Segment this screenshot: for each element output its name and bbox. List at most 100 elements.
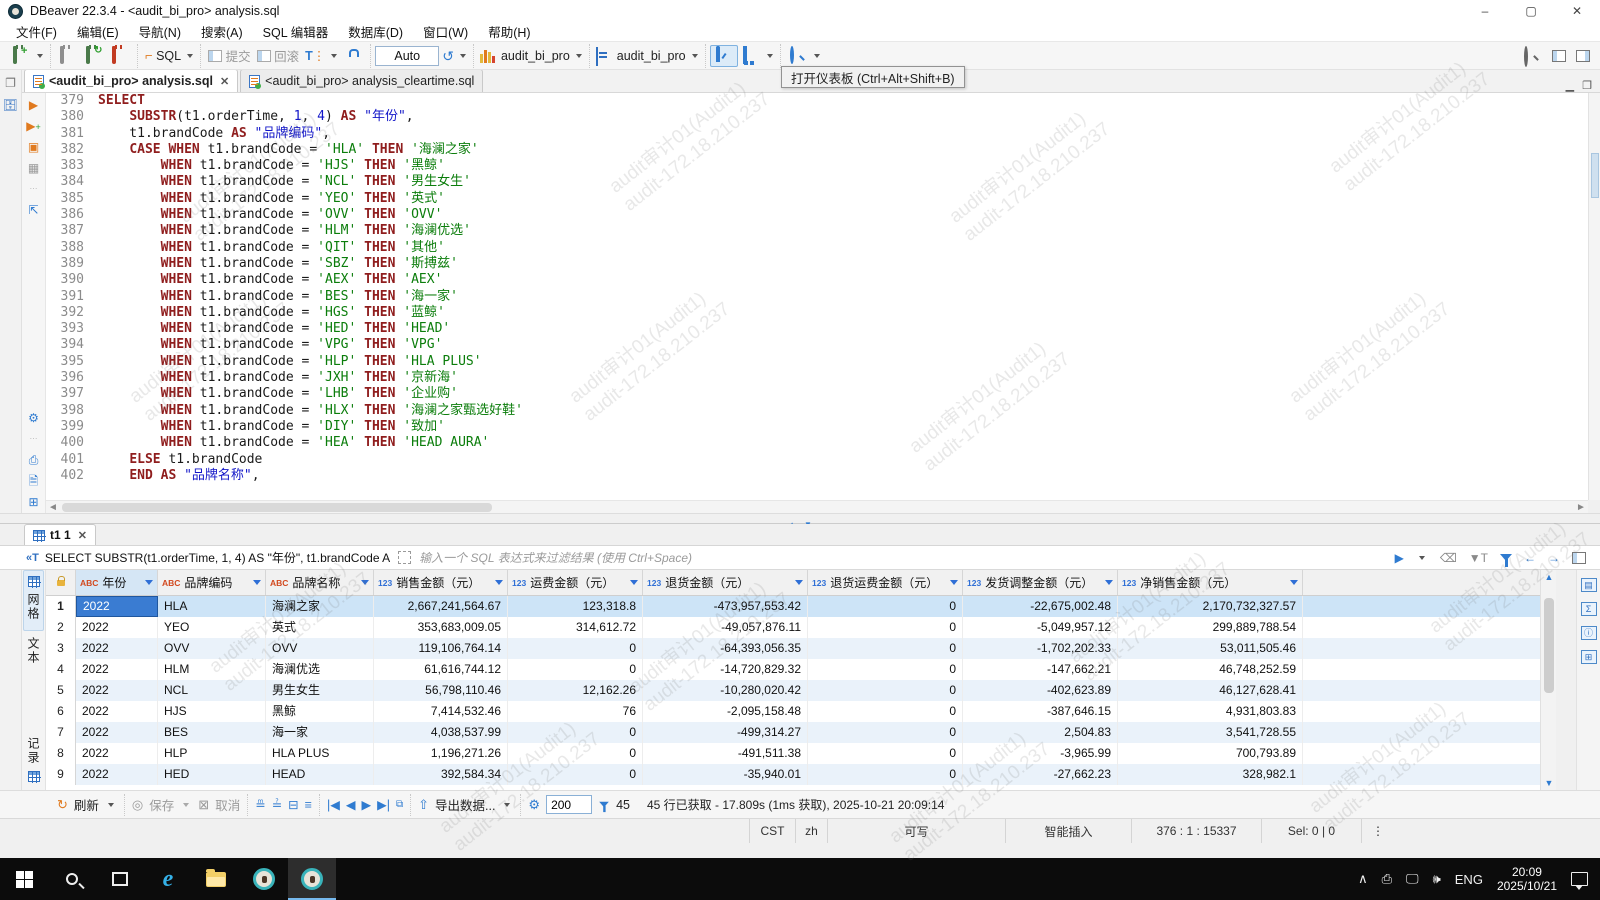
grid-cell[interactable]: HLM	[158, 659, 266, 680]
execute-statement-icon[interactable]: ▶	[24, 96, 44, 114]
tray-chevron-icon[interactable]: ∧	[1358, 871, 1368, 887]
grid-cell[interactable]: -499,314.27	[643, 722, 808, 743]
grid-cell[interactable]: 56,798,110.46	[374, 680, 508, 701]
results-tab[interactable]: t1 1 ✕	[24, 524, 96, 545]
grid-cell[interactable]: 海澜优选	[266, 659, 374, 680]
row-number[interactable]: 4	[46, 659, 76, 680]
save-button[interactable]: 保存	[149, 795, 174, 814]
column-filter-icon[interactable]	[145, 580, 153, 585]
grid-cell[interactable]: 0	[808, 680, 963, 701]
maximize-results-icon[interactable]	[1572, 551, 1586, 564]
quick-search-icon[interactable]	[1524, 45, 1540, 67]
table-row[interactable]: 3 2022 OVV OVV 119,106,764.14 0 -64,393,056.35…	[46, 638, 1540, 659]
scroll-left-icon[interactable]: ◄	[46, 502, 60, 513]
diagram-dropdown[interactable]	[766, 53, 773, 58]
grid-scroll-down-icon[interactable]: ▼	[1541, 778, 1557, 788]
code-line[interactable]: 388 WHEN t1.brandCode = 'QIT' THEN '其他'	[46, 240, 1588, 256]
last-page-icon[interactable]: ▶|	[377, 797, 390, 812]
row-number[interactable]: 1	[46, 596, 76, 617]
grid-cell[interactable]: 119,106,764.14	[374, 638, 508, 659]
code-line[interactable]: 393 WHEN t1.brandCode = 'HED' THEN 'HEAD…	[46, 321, 1588, 337]
row-number[interactable]: 8	[46, 743, 76, 764]
grid-cell[interactable]: 0	[808, 596, 963, 617]
explain-plan-icon[interactable]: ▦	[24, 159, 44, 177]
code-line[interactable]: 392 WHEN t1.brandCode = 'HGS' THEN '蓝鲸'	[46, 305, 1588, 321]
row-number[interactable]: 3	[46, 638, 76, 659]
grid-cell[interactable]: 黑鲸	[266, 701, 374, 722]
connect-button[interactable]	[55, 45, 81, 67]
grid-cell[interactable]: -5,049,957.12	[963, 617, 1118, 638]
grid-cell[interactable]: 61,616,744.12	[374, 659, 508, 680]
tab-close-icon[interactable]: ✕	[220, 75, 229, 88]
grid-cell[interactable]: HLA	[158, 596, 266, 617]
transaction-log-button[interactable]: T ⋮	[302, 45, 328, 67]
apply-filter-icon[interactable]: ▶	[1395, 551, 1404, 565]
duplicate-row-icon[interactable]: ≟	[272, 797, 282, 812]
maximize-button[interactable]: ▢	[1508, 0, 1554, 22]
presentation-text-tab[interactable]: 文本	[25, 631, 42, 671]
menu-item-0[interactable]: 文件(F)	[6, 20, 67, 43]
grid-cell[interactable]: -22,675,002.48	[963, 596, 1118, 617]
grid-cell[interactable]: 0	[808, 701, 963, 722]
code-line[interactable]: 386 WHEN t1.brandCode = 'OVV' THEN 'OVV'	[46, 207, 1588, 223]
layout-icon[interactable]	[1576, 49, 1590, 62]
restore-panel-icon[interactable]: ❐	[2, 74, 20, 92]
menu-item-3[interactable]: 搜索(A)	[191, 20, 253, 43]
code-line[interactable]: 391 WHEN t1.brandCode = 'BES' THEN '海一家'	[46, 289, 1588, 305]
dbeaver-taskbar-icon-active[interactable]	[288, 858, 336, 900]
row-number[interactable]: 9	[46, 764, 76, 785]
grid-cell[interactable]: 123,318.8	[508, 596, 643, 617]
grid-cell[interactable]: 76	[508, 701, 643, 722]
code-line[interactable]: 379 SELECT	[46, 93, 1588, 109]
code-line[interactable]: 399 WHEN t1.brandCode = 'DIY' THEN '致加'	[46, 419, 1588, 435]
schema-dropdown[interactable]	[691, 53, 698, 58]
grid-cell[interactable]: 2022	[76, 638, 158, 659]
table-row[interactable]: 2 2022 YEO 英式 353,683,009.05 314,612.72 -49,05…	[46, 617, 1540, 638]
grid-cell[interactable]: -49,057,876.11	[643, 617, 808, 638]
editor-results-splitter[interactable]: ▲▼	[0, 513, 1600, 529]
grid-cell[interactable]: 0	[808, 764, 963, 785]
network-tray-icon[interactable]: 🖵	[1406, 871, 1419, 887]
delete-row-icon[interactable]: ⊟	[288, 797, 298, 812]
editor-horizontal-scrollbar[interactable]: ◄ ►	[46, 500, 1588, 513]
column-filter-icon[interactable]	[630, 580, 638, 585]
execute-new-tab-icon[interactable]: ▶+	[24, 117, 44, 135]
code-line[interactable]: 385 WHEN t1.brandCode = 'YEO' THEN '英式'	[46, 191, 1588, 207]
cancel-button[interactable]: 取消	[215, 795, 240, 814]
grid-cell[interactable]: YEO	[158, 617, 266, 638]
grid-cell[interactable]: 700,793.89	[1118, 743, 1303, 764]
column-filter-icon[interactable]	[495, 580, 503, 585]
code-line[interactable]: 382 CASE WHEN t1.brandCode = 'HLA' THEN …	[46, 142, 1588, 158]
code-line[interactable]: 381 t1.brandCode AS "品牌编码",	[46, 126, 1588, 142]
lock-icon[interactable]	[340, 45, 366, 67]
nav-forward-icon[interactable]: →	[1548, 551, 1560, 565]
grid-cell[interactable]: -402,623.89	[963, 680, 1118, 701]
file-explorer-icon[interactable]	[192, 858, 240, 900]
grid-cell[interactable]: 2022	[76, 764, 158, 785]
edit-row-icon[interactable]: ≡	[305, 798, 312, 812]
table-row[interactable]: 7 2022 BES 海一家 4,038,537.99 0 -499,314.27 0 2,50…	[46, 722, 1540, 743]
column-header-1[interactable]: ABC 品牌编码	[158, 570, 266, 595]
grid-cell[interactable]: 0	[808, 638, 963, 659]
rollback-button[interactable]: 回滚	[254, 45, 303, 67]
grid-cell[interactable]: -2,095,158.48	[643, 701, 808, 722]
grid-cell[interactable]: BES	[158, 722, 266, 743]
disconnect-button[interactable]	[107, 45, 133, 67]
new-connection-button[interactable]	[8, 45, 34, 67]
code-line[interactable]: 396 WHEN t1.brandCode = 'JXH' THEN '京新海'	[46, 370, 1588, 386]
grid-cell[interactable]: 0	[508, 743, 643, 764]
add-row-icon[interactable]: ≞	[255, 797, 265, 812]
menu-item-1[interactable]: 编辑(E)	[67, 20, 129, 43]
grid-cell[interactable]: 328,982.1	[1118, 764, 1303, 785]
settings-gear-icon[interactable]: ⚙	[24, 409, 44, 427]
table-row[interactable]: 6 2022 HJS 黑鲸 7,414,532.46 76 -2,095,158.48 0 -3…	[46, 701, 1540, 722]
menu-item-6[interactable]: 窗口(W)	[413, 20, 478, 43]
notification-center-icon[interactable]	[1571, 872, 1588, 890]
dbeaver-taskbar-icon[interactable]	[240, 858, 288, 900]
code-line[interactable]: 384 WHEN t1.brandCode = 'NCL' THEN '男生女生…	[46, 174, 1588, 190]
table-row[interactable]: 1 2022 HLA 海澜之家 2,667,241,564.67 123,318.8 -47…	[46, 596, 1540, 617]
grid-cell[interactable]: OVV	[266, 638, 374, 659]
grid-cell[interactable]: HJS	[158, 701, 266, 722]
code-line[interactable]: 387 WHEN t1.brandCode = 'HLM' THEN '海澜优选…	[46, 223, 1588, 239]
grid-cell[interactable]: -27,662.23	[963, 764, 1118, 785]
